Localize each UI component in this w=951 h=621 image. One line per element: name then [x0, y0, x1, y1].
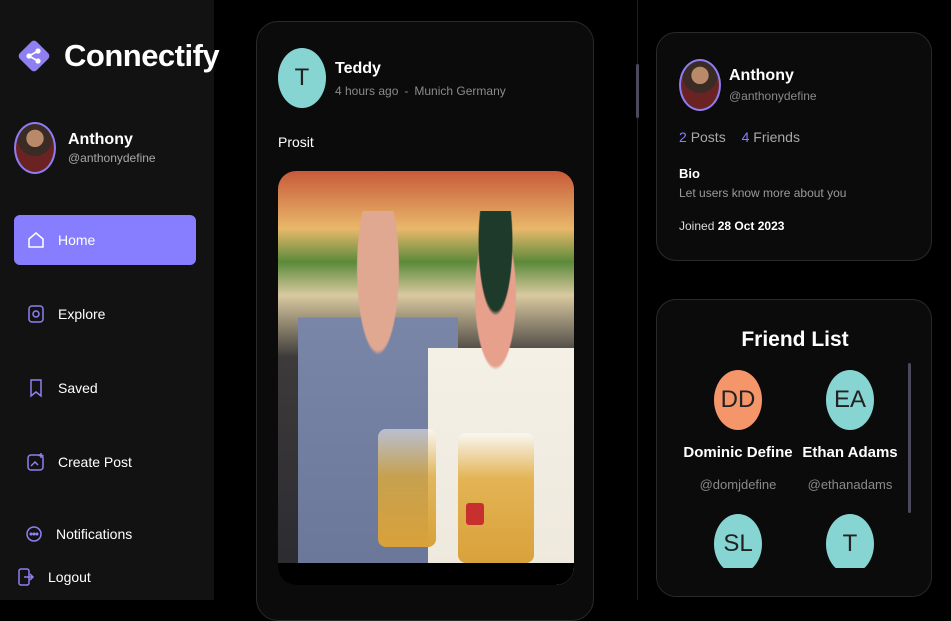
post-caption: Prosit — [278, 134, 314, 150]
logo-icon — [18, 40, 50, 72]
logout-button[interactable]: Logout — [14, 552, 196, 602]
post-meta: 4 hours ago - Munich Germany — [335, 84, 506, 98]
avatar[interactable] — [679, 59, 721, 111]
nav-explore[interactable]: Explore — [14, 289, 196, 339]
post-author-name[interactable]: Teddy — [335, 60, 381, 78]
nav-notifications-label: Notifications — [56, 526, 133, 542]
nav-saved[interactable]: Saved — [14, 363, 196, 413]
post-author-avatar[interactable]: T — [278, 48, 326, 108]
joined-date: Joined 28 Oct 2023 — [679, 219, 784, 233]
nav-home[interactable]: Home — [14, 215, 196, 265]
brand-name: Connectify — [64, 38, 220, 73]
friend-list-title: Friend List — [741, 328, 849, 351]
friend-item[interactable]: DD Dominic Define @domjdefine — [678, 370, 798, 492]
friend-name: Dominic Define — [683, 444, 793, 461]
posts-stat[interactable]: 2 Posts — [679, 129, 726, 145]
friend-avatar: SL — [714, 514, 762, 574]
bio-title: Bio — [679, 166, 700, 181]
nav-create-post-label: Create Post — [58, 454, 132, 470]
current-user-name: Anthony — [68, 131, 133, 148]
friend-item[interactable]: T — [790, 514, 910, 574]
nav-create-post[interactable]: Create Post — [14, 437, 196, 487]
photo-mug-label — [466, 503, 484, 525]
joined-label: Joined — [679, 219, 715, 233]
friends-label: Friends — [753, 129, 800, 145]
posts-label: Posts — [690, 129, 726, 145]
logout-label: Logout — [48, 569, 91, 585]
app-logo[interactable]: Connectify — [14, 36, 220, 76]
home-icon — [28, 232, 44, 248]
bio-text: Let users know more about you — [679, 186, 847, 200]
friend-avatar: DD — [714, 370, 762, 430]
photo-beer-mug-left — [378, 429, 436, 547]
profile-card: Anthony @anthonydefine 2 Posts 4 Friends… — [656, 32, 932, 261]
posts-count: 2 — [679, 129, 687, 145]
friend-name: Ethan Adams — [802, 444, 898, 461]
bookmark-icon — [30, 379, 42, 398]
feed-scrollbar[interactable] — [636, 64, 639, 118]
friends-count: 4 — [741, 129, 750, 145]
create-post-icon — [27, 453, 44, 471]
post-image[interactable] — [278, 171, 574, 585]
nav-explore-label: Explore — [58, 306, 106, 322]
joined-value: 28 Oct 2023 — [717, 219, 785, 233]
post-meta-separator: - — [404, 84, 409, 98]
friend-list-card: Friend List DD Dominic Define @domjdefin… — [656, 299, 932, 597]
post-card: T Teddy 4 hours ago - Munich Germany Prosi… — [256, 21, 594, 621]
friend-avatar: T — [826, 514, 874, 574]
nav-saved-label: Saved — [58, 380, 98, 396]
friend-item[interactable]: SL — [678, 514, 798, 574]
friend-list-clip — [657, 568, 931, 596]
left-sidebar: Connectify Anthony @anthonydefine Home E… — [0, 0, 220, 602]
logout-icon — [18, 568, 35, 586]
friend-handle: @ethanadams — [807, 477, 893, 492]
post-time: 4 hours ago — [335, 84, 399, 98]
explore-icon — [28, 305, 44, 323]
friends-stat[interactable]: 4 Friends — [742, 129, 800, 145]
post-location: Munich Germany — [414, 84, 506, 98]
notifications-icon — [26, 526, 42, 542]
nav-home-label: Home — [58, 232, 96, 248]
current-user-profile-link[interactable]: Anthony @anthonydefine — [14, 122, 156, 174]
current-user-handle: @anthonydefine — [68, 151, 156, 165]
friend-handle: @domjdefine — [699, 477, 777, 492]
profile-stats: 2 Posts 4 Friends — [679, 129, 812, 145]
profile-handle: @anthonydefine — [729, 89, 817, 103]
post-image-bottom-bar — [278, 563, 574, 585]
avatar — [14, 122, 56, 174]
photo-beer-mug-right — [458, 433, 534, 563]
friend-item[interactable]: EA Ethan Adams @ethanadams — [790, 370, 910, 492]
friend-avatar: EA — [826, 370, 874, 430]
profile-name: Anthony — [729, 67, 794, 84]
